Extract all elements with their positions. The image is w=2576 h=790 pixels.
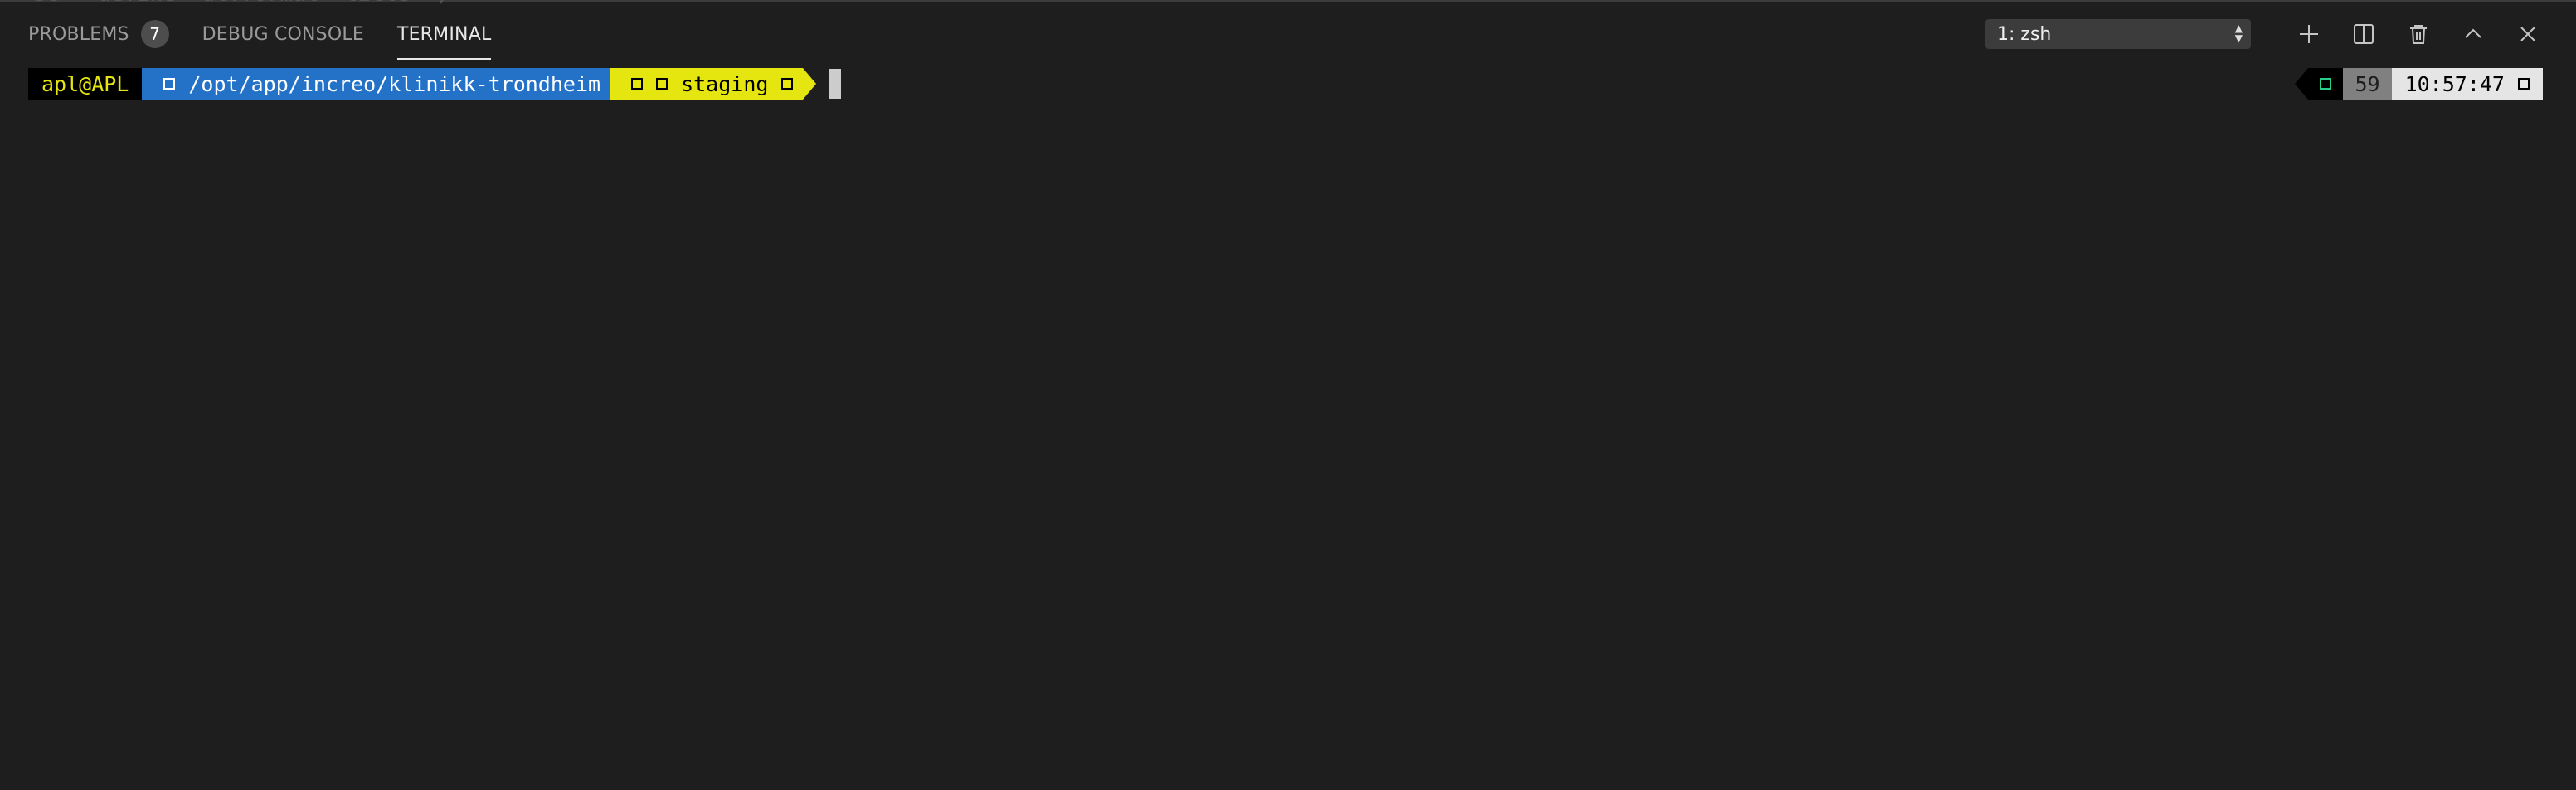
problems-count-badge: 7 (140, 20, 169, 48)
terminal-cursor (829, 69, 842, 99)
tab-problems-label: PROBLEMS (28, 23, 129, 45)
plus-icon (2300, 25, 2318, 43)
prompt-time: 10:57:47 (2404, 71, 2505, 96)
close-panel-button[interactable] (2508, 14, 2548, 54)
select-arrows-icon: ▲ ▼ (2234, 22, 2243, 44)
status-separator-icon (2295, 68, 2309, 100)
clock-icon (2518, 78, 2530, 90)
prompt-branch: staging (681, 71, 769, 96)
prompt-time-segment: 10:57:47 (2391, 68, 2543, 100)
tab-terminal-label: TERMINAL (396, 23, 492, 45)
panel-tabs: PROBLEMS 7 DEBUG CONSOLE TERMINAL (28, 3, 524, 65)
prompt-git-segment: staging (610, 68, 804, 100)
folder-icon (163, 78, 176, 90)
tab-debug-console[interactable]: DEBUG CONSOLE (202, 3, 364, 65)
prompt-dir: /opt/app/increo/klinikk-trondheim (188, 71, 601, 96)
prompt-dir-segment: /opt/app/increo/klinikk-trondheim (142, 68, 611, 100)
status-ok-icon (2320, 78, 2332, 90)
panel-header: PROBLEMS 7 DEBUG CONSOLE TERMINAL 1: zsh… (0, 3, 2576, 65)
split-terminal-button[interactable] (2344, 14, 2384, 54)
git-icon (631, 78, 644, 90)
prompt-user-segment: apl@APL (28, 68, 143, 100)
prompt-history-segment: 59 (2343, 68, 2392, 100)
branch-icon (656, 78, 668, 90)
terminal-select[interactable]: 1: zsh ▲ ▼ (1985, 19, 2251, 49)
panel-actions: 1: zsh ▲ ▼ (1985, 3, 2548, 65)
git-status-icon (781, 78, 794, 90)
trash-icon (2410, 25, 2427, 44)
prompt-status-segment (2308, 68, 2344, 100)
terminal-prompt[interactable]: apl@APL /opt/app/increo/klinikk-trondhei… (28, 68, 842, 100)
split-icon (2354, 24, 2374, 44)
prompt-user: apl@APL (41, 71, 129, 96)
close-icon (2520, 27, 2535, 41)
chevron-up-icon (2465, 28, 2481, 38)
kill-terminal-button[interactable] (2399, 14, 2438, 54)
tab-problems[interactable]: PROBLEMS 7 (28, 3, 169, 65)
prompt-history: 59 (2355, 71, 2380, 96)
maximize-panel-button[interactable] (2453, 14, 2493, 54)
tab-terminal[interactable]: TERMINAL (396, 3, 492, 65)
tab-debug-console-label: DEBUG CONSOLE (202, 23, 364, 45)
new-terminal-button[interactable] (2289, 14, 2329, 54)
terminal-select-value: 1: zsh (1997, 23, 2052, 45)
terminal-right-prompt: 59 10:57:47 (2295, 68, 2543, 100)
git-separator-icon (803, 68, 817, 100)
